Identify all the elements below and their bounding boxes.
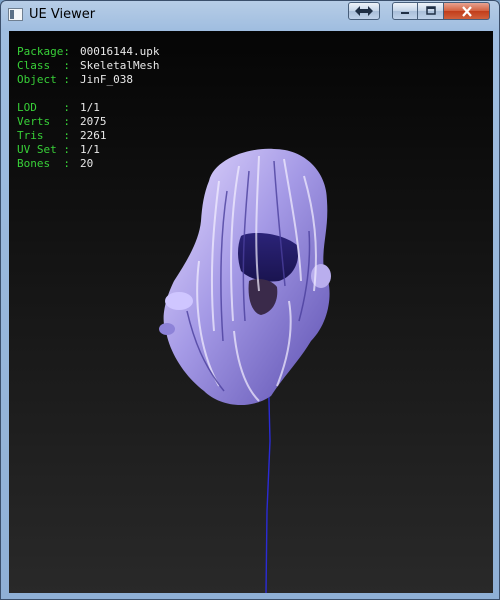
hair-curl — [165, 292, 193, 310]
info-row-class: Class : SkeletalMesh — [17, 59, 159, 73]
close-button[interactable] — [444, 2, 490, 20]
uvset-value: 1/1 — [80, 143, 100, 156]
hair-curl — [159, 323, 175, 335]
package-label: Package: — [17, 45, 70, 58]
object-label: Object : — [17, 73, 70, 86]
close-icon — [461, 5, 472, 17]
object-value: JinF_038 — [80, 73, 133, 86]
uvset-label: UV Set : — [17, 143, 70, 156]
info-row-package: Package: 00016144.upk — [17, 45, 159, 59]
lod-value: 1/1 — [80, 101, 100, 114]
class-label: Class : — [17, 59, 70, 72]
hair-inner-shade — [238, 232, 299, 282]
info-row-object: Object : JinF_038 — [17, 73, 159, 87]
verts-label: Verts : — [17, 115, 70, 128]
package-value: 00016144.upk — [80, 45, 160, 58]
window-title: UE Viewer — [29, 7, 96, 22]
title-bar[interactable]: UE Viewer — [1, 1, 500, 29]
bones-label: Bones : — [17, 157, 70, 170]
swap-button[interactable] — [348, 2, 380, 20]
verts-value: 2075 — [80, 115, 107, 128]
info-row-uvset: UV Set : 1/1 — [17, 143, 159, 157]
minimize-icon — [401, 12, 409, 14]
3d-viewport[interactable]: Package: 00016144.upk Class : SkeletalMesh… — [9, 31, 493, 593]
mesh-info-overlay: Package: 00016144.upk Class : SkeletalMesh… — [17, 45, 159, 171]
maximize-icon — [425, 6, 436, 15]
app-icon — [8, 8, 23, 21]
minimize-button[interactable] — [392, 2, 418, 20]
info-row-lod: LOD : 1/1 — [17, 101, 159, 115]
bones-value: 20 — [80, 157, 94, 170]
ue-viewer-window: UE Viewer Package: 00016144.upk Class: … — [0, 0, 500, 600]
info-row-tris: Tris : 2261 — [17, 129, 159, 143]
tris-label: Tris : — [17, 129, 70, 142]
swap-arrows-icon — [355, 6, 373, 16]
tris-value: 2261 — [80, 129, 107, 142]
info-row-verts: Verts : 2075 — [17, 115, 159, 129]
hair-back — [163, 148, 330, 406]
maximize-button[interactable] — [418, 2, 444, 20]
lod-label: LOD : — [17, 101, 70, 114]
class-value: SkeletalMesh — [80, 59, 160, 72]
info-row-bones: Bones : 20 — [17, 157, 159, 171]
